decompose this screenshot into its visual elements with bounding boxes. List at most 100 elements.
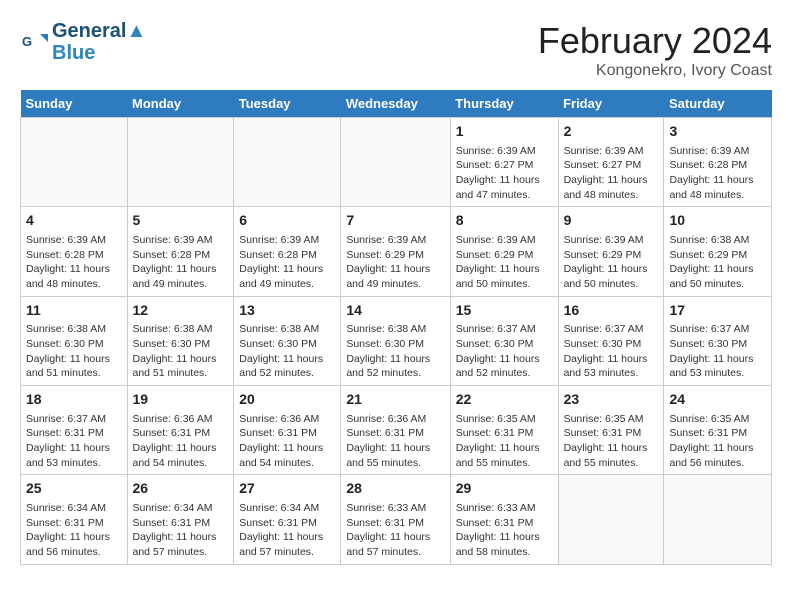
calendar-cell: 15Sunrise: 6:37 AM Sunset: 6:30 PM Dayli…: [450, 296, 558, 385]
day-info: Sunrise: 6:36 AM Sunset: 6:31 PM Dayligh…: [239, 412, 335, 471]
calendar-cell: 17Sunrise: 6:37 AM Sunset: 6:30 PM Dayli…: [664, 296, 772, 385]
day-number: 11: [26, 301, 122, 321]
calendar-cell: 2Sunrise: 6:39 AM Sunset: 6:27 PM Daylig…: [558, 118, 664, 207]
day-info: Sunrise: 6:37 AM Sunset: 6:30 PM Dayligh…: [564, 322, 659, 381]
calendar-cell: 18Sunrise: 6:37 AM Sunset: 6:31 PM Dayli…: [21, 386, 128, 475]
page-title: February 2024: [538, 20, 772, 62]
day-info: Sunrise: 6:39 AM Sunset: 6:28 PM Dayligh…: [133, 233, 229, 292]
day-info: Sunrise: 6:38 AM Sunset: 6:30 PM Dayligh…: [133, 322, 229, 381]
calendar-cell: [234, 118, 341, 207]
day-info: Sunrise: 6:37 AM Sunset: 6:31 PM Dayligh…: [26, 412, 122, 471]
title-block: February 2024 Kongonekro, Ivory Coast: [538, 20, 772, 80]
day-info: Sunrise: 6:35 AM Sunset: 6:31 PM Dayligh…: [564, 412, 659, 471]
day-info: Sunrise: 6:33 AM Sunset: 6:31 PM Dayligh…: [456, 501, 553, 560]
week-row-2: 4Sunrise: 6:39 AM Sunset: 6:28 PM Daylig…: [21, 207, 772, 296]
day-info: Sunrise: 6:39 AM Sunset: 6:27 PM Dayligh…: [564, 144, 659, 203]
day-number: 16: [564, 301, 659, 321]
calendar-cell: 1Sunrise: 6:39 AM Sunset: 6:27 PM Daylig…: [450, 118, 558, 207]
day-number: 5: [133, 211, 229, 231]
week-row-1: 1Sunrise: 6:39 AM Sunset: 6:27 PM Daylig…: [21, 118, 772, 207]
day-number: 22: [456, 390, 553, 410]
day-number: 1: [456, 122, 553, 142]
day-number: 12: [133, 301, 229, 321]
day-info: Sunrise: 6:34 AM Sunset: 6:31 PM Dayligh…: [239, 501, 335, 560]
weekday-header-wednesday: Wednesday: [341, 90, 450, 118]
logo-text: General▲ Blue: [52, 20, 146, 64]
calendar-cell: 23Sunrise: 6:35 AM Sunset: 6:31 PM Dayli…: [558, 386, 664, 475]
page-subtitle: Kongonekro, Ivory Coast: [538, 62, 772, 80]
weekday-header-thursday: Thursday: [450, 90, 558, 118]
calendar-cell: 8Sunrise: 6:39 AM Sunset: 6:29 PM Daylig…: [450, 207, 558, 296]
day-info: Sunrise: 6:35 AM Sunset: 6:31 PM Dayligh…: [456, 412, 553, 471]
day-info: Sunrise: 6:38 AM Sunset: 6:29 PM Dayligh…: [669, 233, 766, 292]
day-info: Sunrise: 6:33 AM Sunset: 6:31 PM Dayligh…: [346, 501, 444, 560]
svg-text:G: G: [22, 34, 32, 49]
calendar-table: SundayMondayTuesdayWednesdayThursdayFrid…: [20, 90, 772, 565]
day-info: Sunrise: 6:39 AM Sunset: 6:29 PM Dayligh…: [564, 233, 659, 292]
day-number: 27: [239, 479, 335, 499]
calendar-cell: 24Sunrise: 6:35 AM Sunset: 6:31 PM Dayli…: [664, 386, 772, 475]
day-number: 24: [669, 390, 766, 410]
day-number: 17: [669, 301, 766, 321]
day-info: Sunrise: 6:38 AM Sunset: 6:30 PM Dayligh…: [239, 322, 335, 381]
weekday-header-monday: Monday: [127, 90, 234, 118]
calendar-cell: 16Sunrise: 6:37 AM Sunset: 6:30 PM Dayli…: [558, 296, 664, 385]
day-info: Sunrise: 6:37 AM Sunset: 6:30 PM Dayligh…: [456, 322, 553, 381]
calendar-cell: 6Sunrise: 6:39 AM Sunset: 6:28 PM Daylig…: [234, 207, 341, 296]
calendar-cell: 26Sunrise: 6:34 AM Sunset: 6:31 PM Dayli…: [127, 475, 234, 564]
day-number: 26: [133, 479, 229, 499]
day-info: Sunrise: 6:36 AM Sunset: 6:31 PM Dayligh…: [346, 412, 444, 471]
day-info: Sunrise: 6:39 AM Sunset: 6:28 PM Dayligh…: [669, 144, 766, 203]
calendar-cell: 9Sunrise: 6:39 AM Sunset: 6:29 PM Daylig…: [558, 207, 664, 296]
weekday-header-tuesday: Tuesday: [234, 90, 341, 118]
day-number: 18: [26, 390, 122, 410]
calendar-cell: 21Sunrise: 6:36 AM Sunset: 6:31 PM Dayli…: [341, 386, 450, 475]
calendar-cell: 12Sunrise: 6:38 AM Sunset: 6:30 PM Dayli…: [127, 296, 234, 385]
calendar-cell: 4Sunrise: 6:39 AM Sunset: 6:28 PM Daylig…: [21, 207, 128, 296]
day-info: Sunrise: 6:38 AM Sunset: 6:30 PM Dayligh…: [346, 322, 444, 381]
calendar-cell: [558, 475, 664, 564]
day-number: 4: [26, 211, 122, 231]
day-info: Sunrise: 6:39 AM Sunset: 6:28 PM Dayligh…: [26, 233, 122, 292]
calendar-cell: [21, 118, 128, 207]
calendar-cell: 29Sunrise: 6:33 AM Sunset: 6:31 PM Dayli…: [450, 475, 558, 564]
calendar-cell: 14Sunrise: 6:38 AM Sunset: 6:30 PM Dayli…: [341, 296, 450, 385]
calendar-cell: [664, 475, 772, 564]
day-info: Sunrise: 6:34 AM Sunset: 6:31 PM Dayligh…: [26, 501, 122, 560]
day-number: 20: [239, 390, 335, 410]
weekday-header-sunday: Sunday: [21, 90, 128, 118]
calendar-cell: [127, 118, 234, 207]
calendar-cell: 3Sunrise: 6:39 AM Sunset: 6:28 PM Daylig…: [664, 118, 772, 207]
day-number: 29: [456, 479, 553, 499]
day-number: 25: [26, 479, 122, 499]
day-number: 9: [564, 211, 659, 231]
day-number: 21: [346, 390, 444, 410]
day-number: 15: [456, 301, 553, 321]
day-info: Sunrise: 6:34 AM Sunset: 6:31 PM Dayligh…: [133, 501, 229, 560]
calendar-cell: 5Sunrise: 6:39 AM Sunset: 6:28 PM Daylig…: [127, 207, 234, 296]
day-number: 8: [456, 211, 553, 231]
weekday-header-friday: Friday: [558, 90, 664, 118]
day-number: 6: [239, 211, 335, 231]
day-info: Sunrise: 6:39 AM Sunset: 6:27 PM Dayligh…: [456, 144, 553, 203]
calendar-cell: 13Sunrise: 6:38 AM Sunset: 6:30 PM Dayli…: [234, 296, 341, 385]
day-info: Sunrise: 6:39 AM Sunset: 6:29 PM Dayligh…: [456, 233, 553, 292]
day-number: 14: [346, 301, 444, 321]
day-info: Sunrise: 6:36 AM Sunset: 6:31 PM Dayligh…: [133, 412, 229, 471]
day-number: 3: [669, 122, 766, 142]
calendar-cell: 20Sunrise: 6:36 AM Sunset: 6:31 PM Dayli…: [234, 386, 341, 475]
calendar-cell: 11Sunrise: 6:38 AM Sunset: 6:30 PM Dayli…: [21, 296, 128, 385]
day-number: 19: [133, 390, 229, 410]
calendar-cell: 19Sunrise: 6:36 AM Sunset: 6:31 PM Dayli…: [127, 386, 234, 475]
calendar-cell: 22Sunrise: 6:35 AM Sunset: 6:31 PM Dayli…: [450, 386, 558, 475]
calendar-cell: 25Sunrise: 6:34 AM Sunset: 6:31 PM Dayli…: [21, 475, 128, 564]
day-info: Sunrise: 6:39 AM Sunset: 6:28 PM Dayligh…: [239, 233, 335, 292]
weekday-header-saturday: Saturday: [664, 90, 772, 118]
day-number: 28: [346, 479, 444, 499]
calendar-cell: 28Sunrise: 6:33 AM Sunset: 6:31 PM Dayli…: [341, 475, 450, 564]
day-number: 13: [239, 301, 335, 321]
week-row-4: 18Sunrise: 6:37 AM Sunset: 6:31 PM Dayli…: [21, 386, 772, 475]
calendar-cell: [341, 118, 450, 207]
day-number: 23: [564, 390, 659, 410]
calendar-cell: 10Sunrise: 6:38 AM Sunset: 6:29 PM Dayli…: [664, 207, 772, 296]
